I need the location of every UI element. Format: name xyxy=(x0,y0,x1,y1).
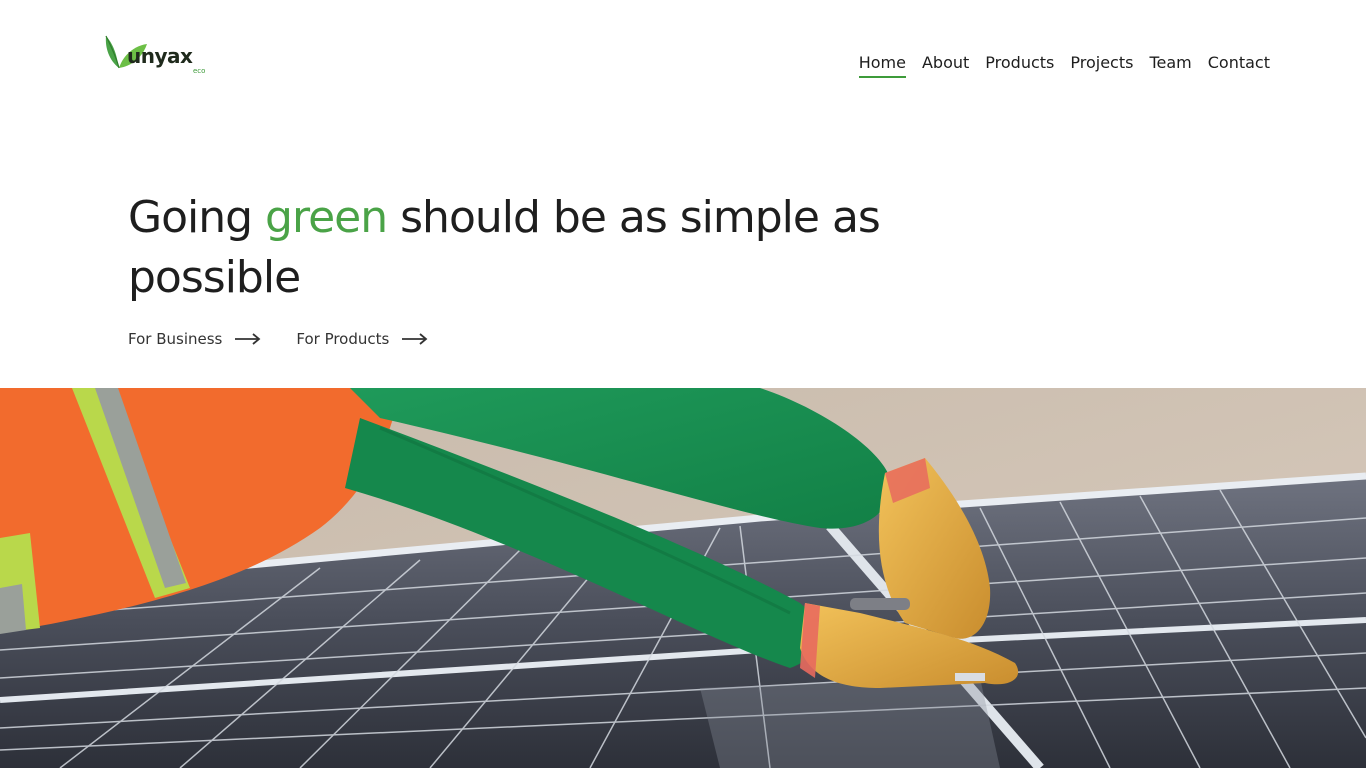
nav-item-about[interactable]: About xyxy=(922,52,969,78)
headline-part-1: Going xyxy=(128,192,266,243)
nav-item-contact[interactable]: Contact xyxy=(1208,52,1270,78)
for-business-link[interactable]: For Business xyxy=(128,328,262,350)
for-products-link[interactable]: For Products xyxy=(296,328,429,350)
nav-item-home[interactable]: Home xyxy=(858,52,906,78)
arrow-right-icon xyxy=(235,333,261,345)
for-business-label: For Business xyxy=(128,330,223,348)
main-nav: Home About Products Projects Team Contac… xyxy=(858,52,1270,78)
hero-cta-group: For Business For Products xyxy=(128,328,429,350)
hero-photo xyxy=(0,388,1366,768)
brand-wordmark: unyax xyxy=(127,44,193,68)
headline-highlight: green xyxy=(265,192,388,243)
brand-logo[interactable]: unyax eco xyxy=(103,34,213,78)
for-products-label: For Products xyxy=(296,330,390,348)
nav-item-projects[interactable]: Projects xyxy=(1070,52,1133,78)
solar-install-illustration xyxy=(0,388,1366,768)
hero-headline: Going green should be as simple as possi… xyxy=(128,188,908,308)
nav-item-team[interactable]: Team xyxy=(1149,52,1191,78)
brand-subtext: eco xyxy=(193,67,206,75)
nav-item-products[interactable]: Products xyxy=(985,52,1054,78)
arrow-right-icon xyxy=(402,333,428,345)
